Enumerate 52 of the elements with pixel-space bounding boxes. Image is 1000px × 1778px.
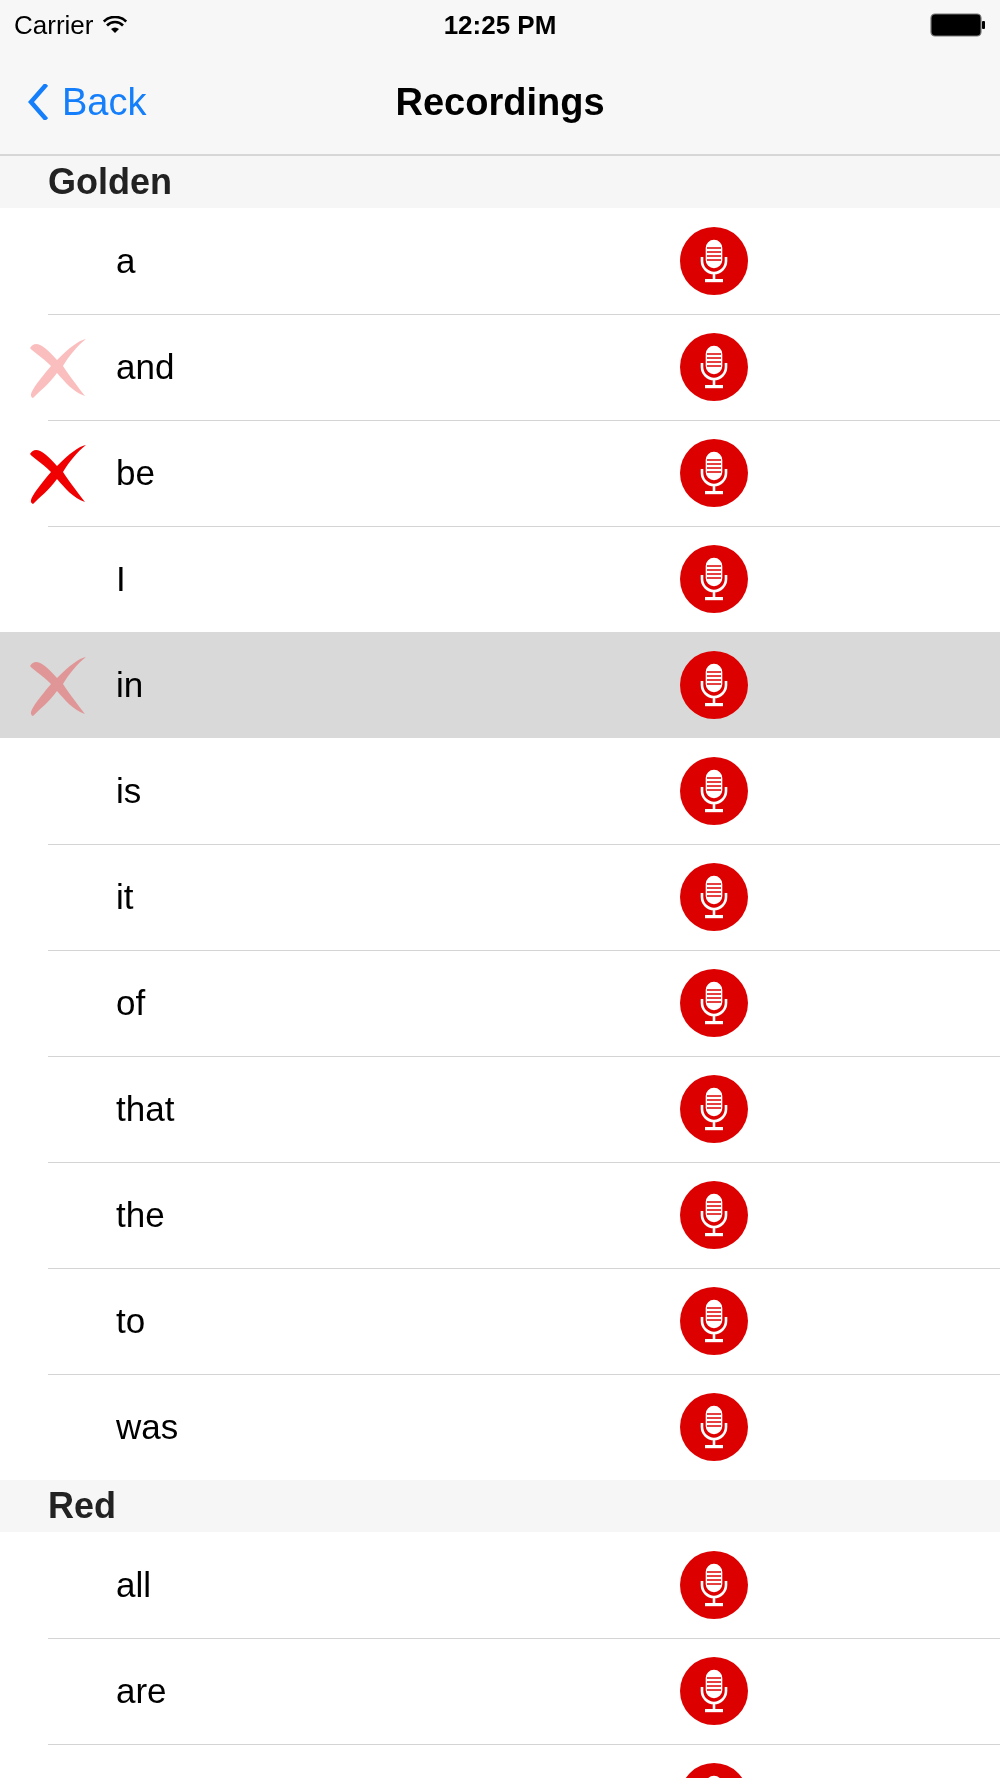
row-word: it [116, 877, 135, 917]
row-word: I [116, 559, 127, 599]
section-title: Red [48, 1485, 116, 1527]
microphone-button[interactable] [680, 1551, 748, 1619]
microphone-icon [680, 545, 748, 613]
list-row[interactable]: in [0, 632, 1000, 738]
row-word: is [116, 771, 143, 811]
microphone-button[interactable] [680, 545, 748, 613]
nav-title: Recordings [395, 80, 605, 124]
microphone-icon [680, 651, 748, 719]
row-word: a [116, 241, 137, 281]
microphone-icon [680, 757, 748, 825]
carrier-label: Carrier [14, 9, 94, 41]
row-word: that [116, 1089, 176, 1129]
microphone-button[interactable] [680, 1181, 748, 1249]
microphone-button[interactable] [680, 227, 748, 295]
row-word: are [116, 1671, 168, 1711]
microphone-icon [680, 1393, 748, 1461]
microphone-button[interactable] [680, 439, 748, 507]
microphone-icon [680, 1657, 748, 1725]
microphone-button[interactable] [680, 757, 748, 825]
microphone-icon [680, 1551, 748, 1619]
microphone-icon [680, 969, 748, 1037]
microphone-button[interactable] [680, 333, 748, 401]
microphone-button[interactable] [680, 1393, 748, 1461]
microphone-button[interactable] [680, 969, 748, 1037]
battery-icon [930, 13, 986, 37]
status-time: 12:25 PM [443, 9, 557, 41]
chevron-left-icon [28, 84, 48, 120]
microphone-button[interactable] [680, 1075, 748, 1143]
row-word: to [116, 1301, 147, 1341]
section-title: Golden [48, 161, 172, 203]
wifi-icon [103, 16, 128, 34]
microphone-icon [680, 439, 748, 507]
row-word: and [116, 347, 176, 387]
microphone-icon [680, 227, 748, 295]
microphone-icon [680, 333, 748, 401]
back-button[interactable]: Back [28, 80, 147, 124]
row-word: the [116, 1195, 166, 1235]
microphone-button[interactable] [680, 1287, 748, 1355]
microphone-button[interactable] [680, 1657, 748, 1725]
microphone-button[interactable] [680, 651, 748, 719]
row-word: be [116, 453, 156, 493]
microphone-button[interactable] [680, 863, 748, 931]
row-word: in [116, 665, 145, 705]
row-word: was [116, 1407, 180, 1447]
microphone-icon [680, 1075, 748, 1143]
microphone-icon [680, 863, 748, 931]
microphone-icon [680, 1287, 748, 1355]
row-word: all [116, 1565, 153, 1605]
microphone-icon [680, 1181, 748, 1249]
row-word: of [116, 983, 147, 1023]
